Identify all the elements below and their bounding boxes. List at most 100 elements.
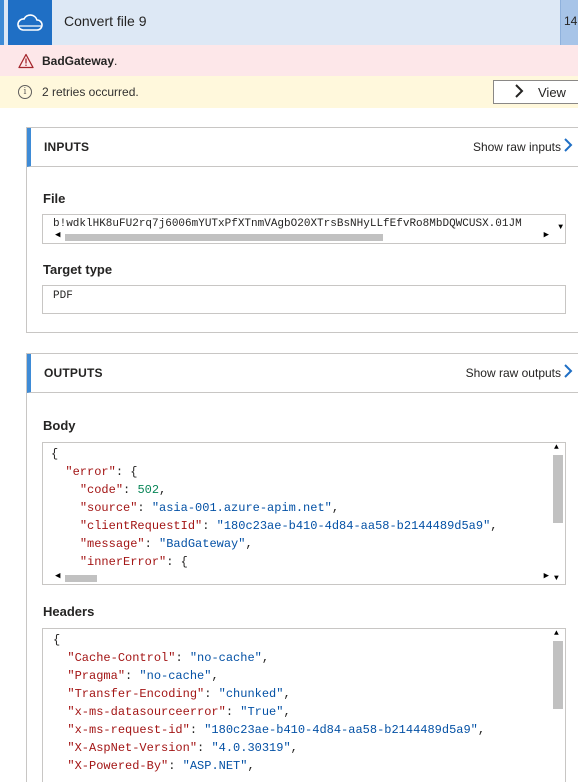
duration-text: 14	[564, 14, 578, 28]
chevron-right-icon[interactable]	[563, 137, 573, 157]
code-line: "error": {	[51, 463, 498, 481]
code-token: : {	[166, 555, 188, 569]
code-token: :	[225, 705, 241, 719]
file-label: File	[43, 191, 66, 206]
code-token: "clientRequestId"	[79, 519, 203, 533]
scrollbar-thumb[interactable]	[553, 455, 563, 523]
code-token: ,	[283, 705, 291, 719]
code-token: {	[53, 633, 61, 647]
target-type-value: PDF	[53, 290, 73, 302]
code-line: "Transfer-Encoding": "chunked",	[53, 685, 485, 703]
scroll-right-icon[interactable]: ▶	[544, 571, 549, 581]
headers-label: Headers	[43, 604, 95, 619]
code-token: :	[144, 537, 160, 551]
code-token: "Transfer-Encoding"	[67, 687, 205, 701]
code-token: "no-cache"	[189, 651, 262, 665]
code-token: ,	[159, 483, 167, 497]
code-token: "180c23ae-b410-4d84-aa58-b2144489d5a9"	[204, 723, 478, 737]
code-token: ,	[283, 687, 291, 701]
scrollbar-thumb[interactable]	[65, 234, 383, 241]
vertical-scrollbar[interactable]: ▲ ▼	[551, 443, 565, 584]
show-raw-inputs-link[interactable]: Show raw inputs	[473, 140, 561, 154]
action-header[interactable]: Convert file 9 14	[0, 0, 578, 45]
code-token: "x-ms-datasourceerror"	[67, 705, 226, 719]
retry-message: 2 retries occurred.	[42, 85, 139, 99]
code-line: "Pragma": "no-cache",	[53, 667, 485, 685]
body-json: { "error": { "code": 502, "source": "asi…	[51, 445, 498, 584]
code-line: "X-Powered-By": "ASP.NET",	[53, 757, 485, 775]
scroll-left-icon[interactable]: ◀	[55, 230, 60, 240]
body-code-box[interactable]: { "error": { "code": 502, "source": "asi…	[42, 442, 566, 585]
dropdown-arrow-icon[interactable]: ▼	[558, 223, 563, 232]
scroll-right-icon[interactable]: ▶	[544, 230, 549, 240]
code-token: "X-Powered-By"	[67, 759, 169, 773]
code-token: ,	[477, 723, 486, 737]
headers-code-box[interactable]: { "Cache-Control": "no-cache", "Pragma":…	[42, 628, 566, 782]
view-retries-button[interactable]: View	[493, 80, 578, 104]
error-banner: BadGateway.	[0, 45, 578, 76]
code-token: :	[189, 723, 205, 737]
code-token: "180c23ae-b410-4d84-aa58-b2144489d5a9"	[216, 519, 491, 533]
code-token: ,	[261, 651, 270, 665]
code-token: :	[202, 519, 217, 533]
code-token: {	[51, 447, 59, 461]
action-title: Convert file 9	[64, 13, 147, 29]
code-token: ,	[331, 501, 340, 515]
code-line: "x-ms-datasourceerror": "True",	[53, 703, 485, 721]
outputs-header: OUTPUTS Show raw outputs	[27, 354, 578, 393]
retry-banner: i 2 retries occurred.	[0, 76, 578, 108]
chevron-right-icon	[514, 83, 524, 101]
code-line: {	[51, 445, 498, 463]
scrollbar-thumb[interactable]	[65, 575, 97, 582]
scroll-down-icon[interactable]: ▼	[554, 574, 559, 583]
code-token: "asia-001.azure-apim.net"	[151, 501, 332, 515]
code-token: "code"	[79, 483, 124, 497]
code-line: "message": "BadGateway",	[51, 535, 498, 553]
code-token: "ASP.NET"	[182, 759, 248, 773]
code-token: "4.0.30319"	[211, 741, 291, 755]
info-icon: i	[18, 85, 32, 99]
code-token: "Cache-Control"	[67, 651, 176, 665]
vertical-scrollbar[interactable]: ▲	[551, 629, 565, 782]
cloud-icon	[8, 0, 52, 45]
code-token: :	[125, 669, 140, 683]
code-token: "True"	[240, 705, 284, 719]
scroll-up-icon[interactable]: ▲	[554, 629, 559, 638]
show-raw-outputs-link[interactable]: Show raw outputs	[466, 366, 561, 380]
target-type-field[interactable]: PDF	[42, 285, 566, 314]
outputs-title: OUTPUTS	[44, 366, 103, 380]
code-token: 502	[137, 483, 160, 497]
code-line: "innerError": {	[51, 553, 498, 571]
scroll-up-icon[interactable]: ▲	[554, 443, 559, 452]
scroll-left-icon[interactable]: ◀	[55, 571, 60, 581]
file-value: b!wdklHK8uFU2rq7j6006mYUTxPfXTnmVAgbO20X…	[53, 218, 522, 230]
horizontal-scrollbar[interactable]: ◀ ▶	[43, 230, 565, 243]
horizontal-scrollbar[interactable]: ◀ ▶	[43, 571, 553, 584]
code-token: ,	[247, 759, 255, 773]
warning-icon	[18, 53, 34, 68]
file-field[interactable]: b!wdklHK8uFU2rq7j6006mYUTxPfXTnmVAgbO20X…	[42, 214, 566, 244]
code-token: "x-ms-request-id"	[67, 723, 190, 737]
code-token: ,	[290, 741, 298, 755]
chevron-right-icon[interactable]	[563, 363, 573, 383]
code-line: "x-ms-request-id": "180c23ae-b410-4d84-a…	[53, 721, 485, 739]
code-token: :	[123, 483, 138, 497]
code-line: "X-AspNet-Version": "4.0.30319",	[53, 739, 485, 757]
code-line: "source": "asia-001.azure-apim.net",	[51, 499, 498, 517]
headers-json: { "Cache-Control": "no-cache", "Pragma":…	[53, 631, 485, 775]
code-token: "no-cache"	[139, 669, 212, 683]
target-type-label: Target type	[43, 262, 113, 277]
scrollbar-thumb[interactable]	[553, 641, 563, 709]
body-label: Body	[43, 418, 76, 433]
inputs-title: INPUTS	[44, 140, 90, 154]
